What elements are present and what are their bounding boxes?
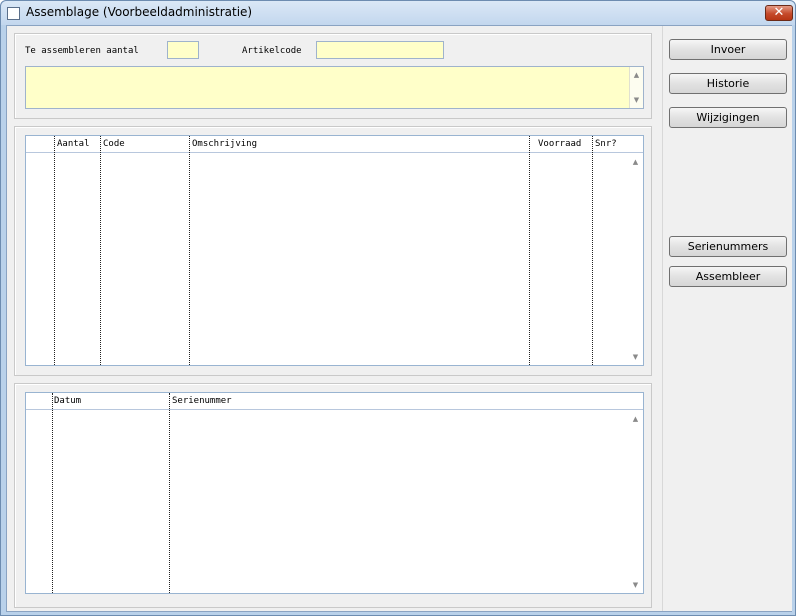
description-textarea[interactable]: ▲ ▼ (25, 66, 644, 109)
description-scrollbar[interactable]: ▲ ▼ (629, 67, 643, 108)
col-header-datum[interactable]: Datum (54, 396, 81, 406)
serienummers-button[interactable]: Serienummers (669, 236, 787, 257)
article-code-label: Artikelcode (242, 46, 302, 56)
client-area: Te assembleren aantal Artikelcode ▲ ▼ Aa… (6, 25, 792, 612)
col-header-aantal[interactable]: Aantal (57, 139, 90, 149)
column-divider (169, 393, 170, 593)
window-title: Assemblage (Voorbeeldadministratie) (26, 5, 253, 19)
assemblage-window: Assemblage (Voorbeeldadministratie) ✕ Te… (0, 0, 796, 616)
quantity-label: Te assembleren aantal (25, 46, 139, 56)
scroll-up-icon[interactable]: ▲ (632, 71, 641, 79)
assembleer-button[interactable]: Assembleer (669, 266, 787, 287)
components-grid[interactable]: Aantal Code Omschrijving Voorraad Snr? ▲… (25, 135, 644, 366)
column-divider (592, 136, 593, 365)
column-divider (189, 136, 190, 365)
invoer-button[interactable]: Invoer (669, 39, 787, 60)
wijzigingen-button[interactable]: Wijzigingen (669, 107, 787, 128)
col-header-code[interactable]: Code (103, 139, 125, 149)
serials-grid-header: Datum Serienummer (26, 393, 643, 410)
quantity-input[interactable] (167, 41, 199, 59)
historie-button[interactable]: Historie (669, 73, 787, 94)
column-divider (100, 136, 101, 365)
col-header-snr[interactable]: Snr? (595, 139, 617, 149)
scroll-down-icon[interactable]: ▼ (631, 581, 640, 589)
scroll-up-icon[interactable]: ▲ (631, 415, 640, 423)
col-header-omschrijving[interactable]: Omschrijving (192, 139, 257, 149)
window-icon (7, 7, 20, 20)
serials-group: Datum Serienummer ▲ ▼ (14, 383, 652, 608)
scroll-down-icon[interactable]: ▼ (631, 353, 640, 361)
components-scrollbar[interactable]: ▲ ▼ (629, 153, 643, 365)
article-code-input[interactable] (316, 41, 444, 59)
close-button[interactable]: ✕ (765, 5, 793, 21)
col-header-voorraad[interactable]: Voorraad (538, 139, 581, 149)
col-header-serienummer[interactable]: Serienummer (172, 396, 232, 406)
scroll-up-icon[interactable]: ▲ (631, 158, 640, 166)
header-group: Te assembleren aantal Artikelcode ▲ ▼ (14, 33, 652, 119)
title-bar[interactable]: Assemblage (Voorbeeldadministratie) ✕ (1, 1, 795, 25)
serials-scrollbar[interactable]: ▲ ▼ (629, 410, 643, 593)
components-group: Aantal Code Omschrijving Voorraad Snr? ▲… (14, 126, 652, 376)
scroll-down-icon[interactable]: ▼ (632, 96, 641, 104)
column-divider (529, 136, 530, 365)
column-divider (54, 136, 55, 365)
serials-grid[interactable]: Datum Serienummer ▲ ▼ (25, 392, 644, 594)
components-grid-header: Aantal Code Omschrijving Voorraad Snr? (26, 136, 643, 153)
column-divider (52, 393, 53, 593)
